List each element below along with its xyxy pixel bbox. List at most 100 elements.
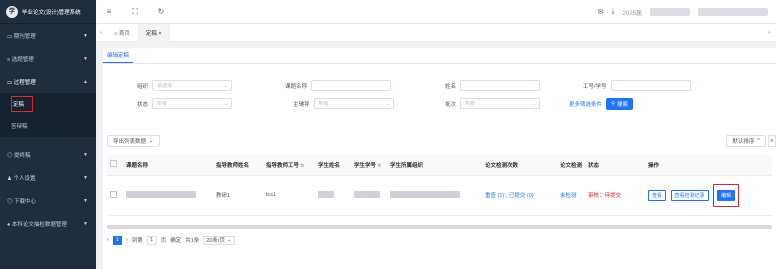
fullscreen-icon[interactable]: ⛶ bbox=[122, 7, 148, 17]
sidebar-item-label: 答辩稿 bbox=[11, 124, 28, 130]
highlight-box: 编辑 bbox=[713, 183, 740, 207]
chevron-down-icon: ▼ bbox=[83, 151, 88, 158]
brand-logo: 学 bbox=[6, 5, 18, 18]
sidebar-item-periodicals[interactable]: ▭ 期刊管理 ▼ bbox=[0, 24, 96, 47]
filter-name: 姓名 bbox=[445, 80, 541, 91]
sidebar-item-final-draft[interactable]: 定稿 bbox=[0, 93, 96, 115]
table-toolbar: 导出列表数据 ⌄ 默认排序 ^ ≡ bbox=[107, 135, 776, 149]
prev-page-icon[interactable]: ‹ bbox=[107, 237, 109, 243]
page-size-select[interactable]: 20条/页 ⌄ bbox=[203, 235, 235, 245]
main-card: 编辑定稿 组织 请选择 ⌄ 课题名称 姓名 工号/学号 状态 所有 ⌄ 主辅导 所有… bbox=[103, 48, 776, 269]
filter-label: 批次 bbox=[445, 101, 457, 108]
next-page-icon[interactable]: › bbox=[126, 237, 128, 243]
sidebar-item-topics[interactable]: ≡ 选题管理 ▼ bbox=[0, 47, 96, 70]
id-input[interactable] bbox=[610, 80, 691, 91]
sidebar: 学 毕业论文(设计)管理系统 ▭ 期刊管理 ▼ ≡ 选题管理 ▼ ▭ 过程管理 … bbox=[0, 0, 96, 269]
student-org-cell bbox=[387, 175, 482, 216]
redacted-student-id bbox=[354, 190, 380, 198]
topic-cell bbox=[123, 175, 213, 216]
filter-advisor: 主辅导 所有 ⌄ bbox=[293, 98, 394, 109]
filter-label: 组织 bbox=[137, 83, 149, 90]
horizontal-scrollbar[interactable] bbox=[107, 225, 772, 229]
column-header-label: 指导教师工号 bbox=[266, 162, 300, 169]
table-header-row: 课题名称 指导教师姓名 指导教师工号 ⇅ 学生姓名 学生学号 ⇅ 学生所属组织 … bbox=[107, 155, 772, 176]
page-number[interactable]: 1 bbox=[112, 235, 122, 245]
tab-home[interactable]: ⌂ 首页 bbox=[106, 24, 138, 42]
select-all-cell bbox=[107, 155, 123, 176]
sidebar-item-personal[interactable]: ♟ 个人设置 ▼ bbox=[0, 166, 96, 189]
export-button[interactable]: 导出列表数据 ⌄ bbox=[107, 135, 160, 147]
view-button[interactable]: 查看 bbox=[648, 189, 667, 201]
check-count-cell[interactable]: 重查 (1) ; 已提交 (0) bbox=[482, 175, 557, 216]
sidebar-item-process[interactable]: ▭ 过程管理 ▲ bbox=[0, 70, 96, 93]
goto-page-input[interactable]: 1 bbox=[146, 235, 157, 245]
tabs-prev-icon[interactable]: « bbox=[96, 30, 106, 36]
status-select[interactable]: 所有 ⌄ bbox=[152, 98, 233, 109]
goto-label: 到第 bbox=[131, 238, 143, 244]
brand: 学 毕业论文(设计)管理系统 bbox=[0, 0, 96, 24]
sidebar-item-label: 定稿 bbox=[13, 102, 25, 108]
view-check-records-button[interactable]: 查看检测记录 bbox=[670, 189, 709, 201]
top-bar: ≡ ⛶ ↻ ✉ ⤓ 2025届 bbox=[96, 0, 776, 24]
tabs-next-icon[interactable]: » bbox=[764, 30, 774, 36]
brand-title: 毕业论文(设计)管理系统 bbox=[22, 9, 81, 16]
tab-edit-final-draft[interactable]: 编辑定稿 bbox=[103, 51, 134, 63]
chevron-up-icon: ▲ bbox=[83, 78, 88, 85]
name-input[interactable] bbox=[460, 80, 541, 91]
page-size-label: 20条/页 bbox=[206, 238, 225, 244]
card-tabs: 编辑定稿 bbox=[103, 48, 776, 64]
sort-button[interactable]: 默认排序 ^ bbox=[726, 135, 766, 147]
column-header: 论文检测 bbox=[557, 155, 585, 176]
columns-button[interactable]: ≡ bbox=[768, 135, 776, 147]
filter-label: 状态 bbox=[137, 101, 149, 108]
mail-icon[interactable]: ✉ bbox=[598, 8, 604, 16]
sidebar-item-downloads[interactable]: ◎ 下载中心 ▼ bbox=[0, 189, 96, 212]
tab-final-draft[interactable]: 定稿 × bbox=[137, 23, 170, 42]
total-count: 共1条 bbox=[185, 238, 200, 244]
column-header: 指导教师姓名 bbox=[213, 155, 263, 176]
table-row[interactable]: 教研1 tcs1 重查 (1) ; 已提交 (0) 未检测 审核：待提交 查看 … bbox=[107, 175, 772, 216]
advisor-select[interactable]: 所有 ⌄ bbox=[313, 98, 394, 109]
search-icon: ⚲ bbox=[611, 101, 616, 107]
sidebar-item-sampling[interactable]: ● 本科论文抽检数据管理 ▼ bbox=[0, 212, 96, 235]
org-select[interactable]: 请选择 ⌄ bbox=[152, 80, 233, 91]
sidebar-item-label: ◎ 下载中心 bbox=[7, 198, 37, 205]
filter-org: 组织 请选择 ⌄ bbox=[137, 80, 233, 91]
menu-toggle-icon[interactable]: ≡ bbox=[96, 7, 122, 16]
sort-icon[interactable]: ⇅ bbox=[378, 163, 382, 168]
column-header: 学生姓名 bbox=[315, 155, 351, 176]
search-button[interactable]: ⚲ 搜索 bbox=[606, 98, 634, 110]
sidebar-item-label: ≡ 选题管理 bbox=[7, 56, 34, 63]
pagination: ‹ 1 › 到第 1 页 确定 共1条 20条/页 ⌄ bbox=[107, 234, 235, 246]
chevron-down-icon: ▼ bbox=[83, 32, 88, 39]
sidebar-item-final-submit[interactable]: ◎ 提终稿 ▼ bbox=[0, 143, 96, 166]
student-id-cell bbox=[351, 175, 387, 216]
goto-confirm-button[interactable]: 确定 bbox=[170, 236, 181, 244]
column-header[interactable]: 指导教师工号 ⇅ bbox=[263, 155, 315, 176]
check-result-cell[interactable]: 未检测 bbox=[557, 175, 585, 216]
download-icon[interactable]: ⤓ bbox=[612, 8, 615, 16]
edit-button[interactable]: 编辑 bbox=[717, 189, 736, 201]
select-all-checkbox[interactable] bbox=[110, 160, 117, 168]
column-header: 状态 bbox=[585, 155, 645, 176]
filter-actions: 更多筛选条件 ⚲ 搜索 bbox=[569, 98, 634, 110]
year-selector[interactable]: 2025届 bbox=[623, 8, 642, 17]
page-unit-label: 页 bbox=[160, 238, 167, 244]
redacted-student-name bbox=[318, 190, 334, 198]
redacted-student-org bbox=[390, 190, 460, 198]
refresh-icon[interactable]: ↻ bbox=[148, 7, 174, 16]
user-name[interactable] bbox=[698, 8, 768, 16]
column-header: 论文检测次数 bbox=[482, 155, 557, 176]
user-info[interactable] bbox=[650, 8, 690, 16]
topic-input[interactable] bbox=[311, 80, 392, 91]
more-filters-link[interactable]: 更多筛选条件 bbox=[569, 100, 602, 108]
chevron-down-icon: ▼ bbox=[83, 220, 88, 227]
sort-icon[interactable]: ⇅ bbox=[301, 163, 305, 168]
sidebar-item-defense-draft[interactable]: 答辩稿 bbox=[0, 115, 96, 137]
batch-select[interactable]: 所有 ⌄ bbox=[460, 98, 541, 109]
column-header: 课题名称 bbox=[123, 155, 213, 176]
status-placeholder: 所有 bbox=[157, 101, 168, 107]
column-header[interactable]: 学生学号 ⇅ bbox=[351, 155, 387, 176]
row-checkbox[interactable] bbox=[110, 190, 117, 198]
top-bar-right: ✉ ⤓ 2025届 bbox=[598, 0, 776, 24]
